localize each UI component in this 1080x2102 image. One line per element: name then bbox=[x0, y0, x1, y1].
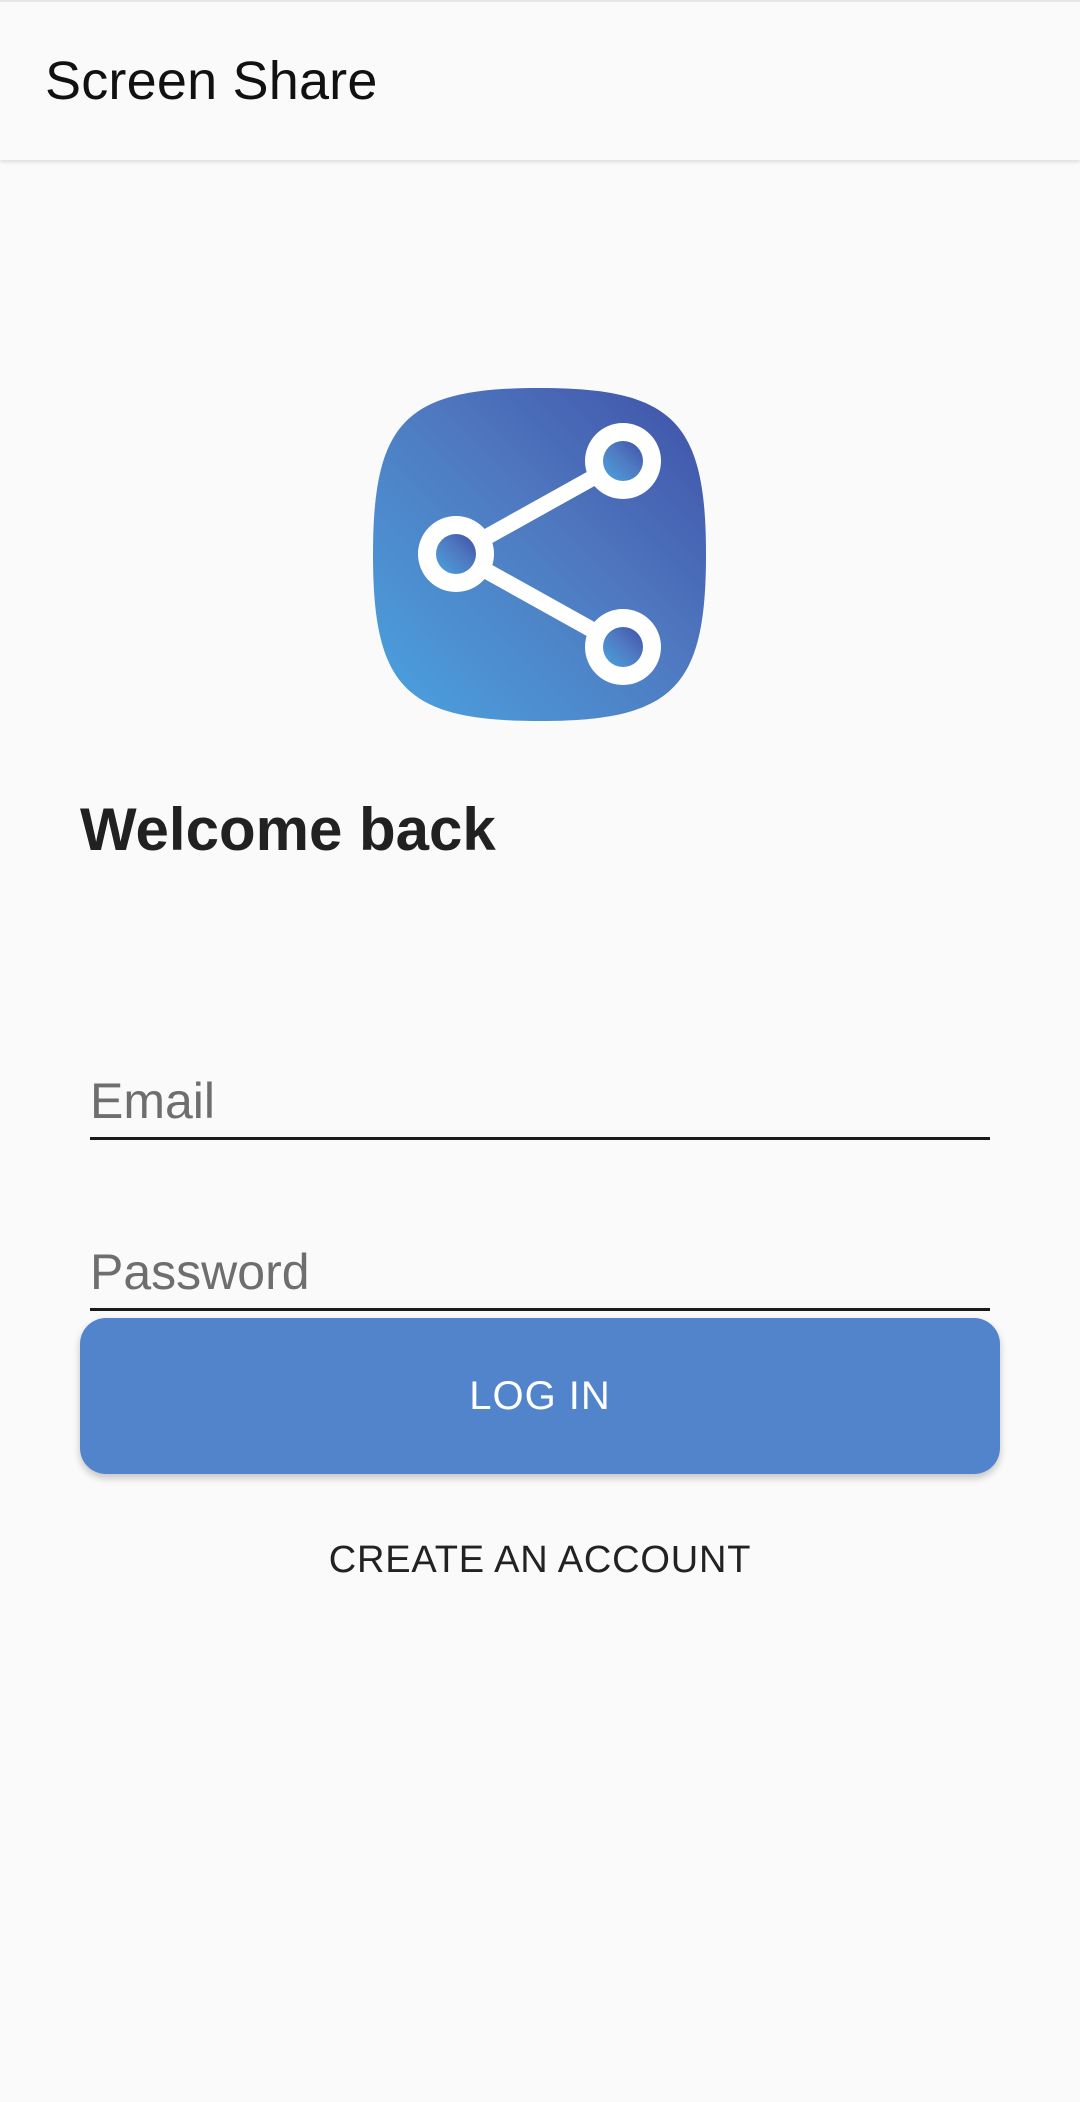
create-account-button[interactable]: CREATE AN ACCOUNT bbox=[240, 1520, 840, 1600]
password-input[interactable] bbox=[90, 1221, 990, 1308]
login-button[interactable]: LOG IN bbox=[80, 1318, 1000, 1474]
app-bar: Screen Share bbox=[0, 0, 1080, 160]
email-input[interactable] bbox=[90, 1050, 990, 1137]
password-field-container bbox=[90, 1221, 990, 1311]
welcome-heading: Welcome back bbox=[80, 796, 496, 863]
app-title: Screen Share bbox=[45, 51, 378, 111]
email-field-container bbox=[90, 1050, 990, 1140]
share-icon bbox=[373, 388, 706, 721]
login-screen: Welcome back LOG IN CREATE AN ACCOUNT bbox=[0, 160, 1080, 2102]
